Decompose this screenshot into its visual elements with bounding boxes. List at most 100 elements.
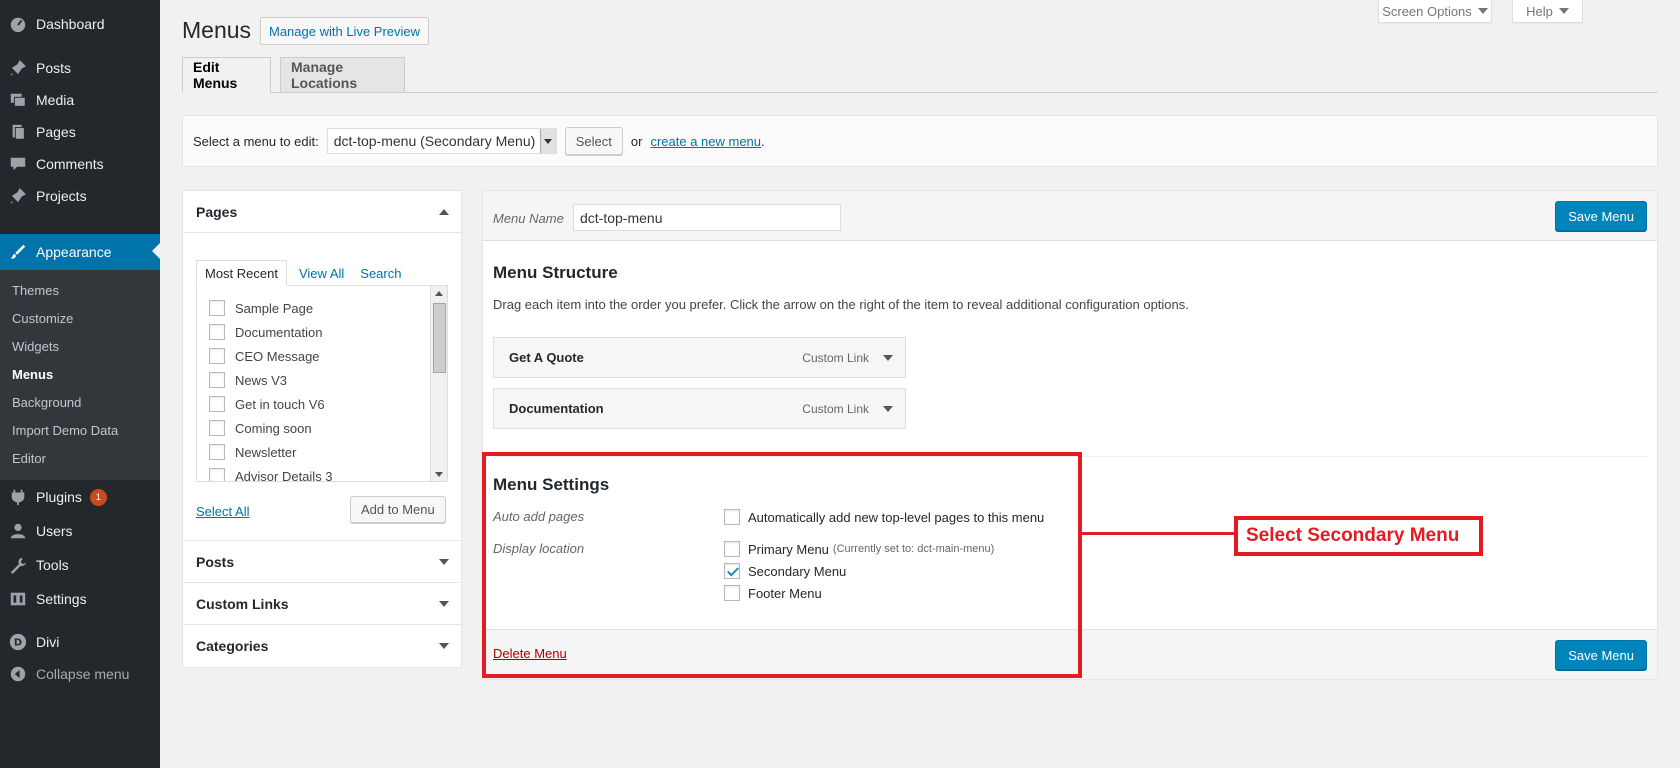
categories-section-header[interactable]: Categories <box>183 625 461 667</box>
menu-select-dropdown[interactable]: dct-top-menu (Secondary Menu) <box>326 128 557 154</box>
menu-select-bar: Select a menu to edit: dct-top-menu (Sec… <box>182 115 1658 167</box>
help-button[interactable]: Help <box>1512 0 1583 23</box>
select-all-link[interactable]: Select All <box>196 504 249 519</box>
page-label: Get in touch V6 <box>235 396 325 412</box>
submenu-item-widgets[interactable]: Widgets <box>12 339 59 354</box>
collapse-menu-button[interactable]: Collapse menu <box>0 657 160 691</box>
page-checkbox[interactable] <box>209 348 225 364</box>
list-item[interactable]: News V3 <box>209 372 287 388</box>
sidebar-item-projects[interactable]: Projects <box>0 179 160 213</box>
add-to-menu-button[interactable]: Add to Menu <box>350 496 446 523</box>
live-preview-button[interactable]: Manage with Live Preview <box>260 17 430 45</box>
menu-name-input[interactable]: dct-top-menu <box>573 204 841 231</box>
save-menu-button[interactable]: Save Menu <box>1555 640 1647 670</box>
page-checkbox[interactable] <box>209 420 225 436</box>
submenu-item-menus[interactable]: Menus <box>12 367 53 382</box>
sidebar-item-settings[interactable]: Settings <box>0 582 160 616</box>
categories-section-title: Categories <box>196 638 269 654</box>
page-label: Newsletter <box>235 444 297 460</box>
custom-links-section-header[interactable]: Custom Links <box>183 583 461 625</box>
list-item[interactable]: Advisor Details 3 <box>209 468 333 482</box>
sidebar-item-label: Settings <box>36 591 87 607</box>
dashboard-icon <box>0 15 36 33</box>
settings-icon <box>0 590 36 608</box>
sidebar-item-label: Media <box>36 92 75 108</box>
posts-section-title: Posts <box>196 553 235 570</box>
tab-most-recent[interactable]: Most Recent <box>196 260 287 286</box>
help-label: Help <box>1526 3 1553 19</box>
submenu-item-customize[interactable]: Customize <box>12 311 73 326</box>
scroll-up-icon[interactable] <box>435 291 443 296</box>
menu-header: Menu Name dct-top-menu Save Menu <box>483 191 1657 241</box>
sidebar-item-label: Posts <box>36 60 72 76</box>
tab-view-all[interactable]: View All <box>291 260 352 286</box>
sidebar-item-label: Appearance <box>36 244 112 260</box>
tab-edit-menus[interactable]: Edit Menus <box>182 57 271 93</box>
page-checkbox[interactable] <box>209 468 225 481</box>
submenu-item-editor[interactable]: Editor <box>12 451 46 466</box>
wrench-icon <box>0 556 36 574</box>
page-checkbox[interactable] <box>209 372 225 388</box>
list-item[interactable]: Sample Page <box>209 300 313 316</box>
pages-section-title: Pages <box>196 203 238 220</box>
pin-icon <box>0 59 36 77</box>
list-item[interactable]: Get in touch V6 <box>209 396 325 412</box>
save-menu-button[interactable]: Save Menu <box>1555 201 1647 231</box>
list-item[interactable]: CEO Message <box>209 348 320 364</box>
menu-item[interactable]: Documentation Custom Link <box>493 388 906 429</box>
create-new-menu-link[interactable]: create a new menu <box>650 134 761 149</box>
menu-structure-description: Drag each item into the order you prefer… <box>493 297 1189 312</box>
menu-item[interactable]: Get A Quote Custom Link <box>493 337 906 378</box>
page-checkbox[interactable] <box>209 396 225 412</box>
posts-section-header[interactable]: Posts <box>183 541 461 583</box>
divi-icon: D <box>0 633 36 651</box>
page-label: Advisor Details 3 <box>235 468 333 482</box>
menu-select-value: dct-top-menu (Secondary Menu) <box>333 133 536 149</box>
page-checkbox[interactable] <box>209 444 225 460</box>
or-text: or <box>630 133 643 149</box>
expand-arrow-icon[interactable] <box>883 354 893 361</box>
pages-icon <box>0 123 36 141</box>
menu-name-label: Menu Name <box>493 211 564 226</box>
scrollbar-thumb[interactable] <box>433 303 446 373</box>
page-title: Menus <box>182 17 252 43</box>
page-label: Coming soon <box>235 420 312 436</box>
tab-manage-locations[interactable]: Manage Locations <box>280 57 405 93</box>
list-item[interactable]: Coming soon <box>209 420 312 436</box>
scroll-down-icon[interactable] <box>435 472 443 477</box>
sidebar-item-pages[interactable]: Pages <box>0 115 160 149</box>
sidebar-item-media[interactable]: Media <box>0 83 160 117</box>
select-menu-button[interactable]: Select <box>564 127 623 155</box>
submenu-item-themes[interactable]: Themes <box>12 283 59 298</box>
appearance-submenu: Themes Customize Widgets Menus Backgroun… <box>0 270 160 480</box>
sidebar-item-dashboard[interactable]: Dashboard <box>0 7 160 41</box>
page-label: Sample Page <box>235 300 314 316</box>
custom-links-section-title: Custom Links <box>196 595 289 612</box>
period-text: . <box>761 133 765 149</box>
sidebar-item-posts[interactable]: Posts <box>0 51 160 85</box>
pages-scrollbar[interactable] <box>430 286 447 481</box>
sidebar-item-tools[interactable]: Tools <box>0 548 160 582</box>
page-checkbox[interactable] <box>209 324 225 340</box>
expand-arrow-icon <box>439 600 449 607</box>
sidebar-item-divi[interactable]: D Divi <box>0 625 160 659</box>
sidebar-item-appearance[interactable]: Appearance <box>0 234 160 270</box>
sidebar-item-plugins[interactable]: Plugins 1 <box>0 480 160 514</box>
submenu-item-background[interactable]: Background <box>12 395 81 410</box>
dropdown-arrow-icon <box>539 129 556 153</box>
sidebar-item-users[interactable]: Users <box>0 514 160 548</box>
user-icon <box>0 522 36 540</box>
comment-icon <box>0 155 36 173</box>
list-item[interactable]: Newsletter <box>209 444 296 460</box>
sidebar-item-comments[interactable]: Comments <box>0 147 160 181</box>
annotation-connector-line <box>1082 532 1235 535</box>
expand-arrow-icon[interactable] <box>883 405 893 412</box>
sidebar-item-label: Collapse menu <box>36 666 130 682</box>
pages-section-header[interactable]: Pages <box>183 191 461 233</box>
page-checkbox[interactable] <box>209 300 225 316</box>
brush-icon <box>0 243 36 261</box>
submenu-item-import-demo-data[interactable]: Import Demo Data <box>12 423 118 438</box>
tab-search[interactable]: Search <box>352 260 409 286</box>
list-item[interactable]: Documentation <box>209 324 322 340</box>
screen-options-button[interactable]: Screen Options <box>1378 0 1492 23</box>
